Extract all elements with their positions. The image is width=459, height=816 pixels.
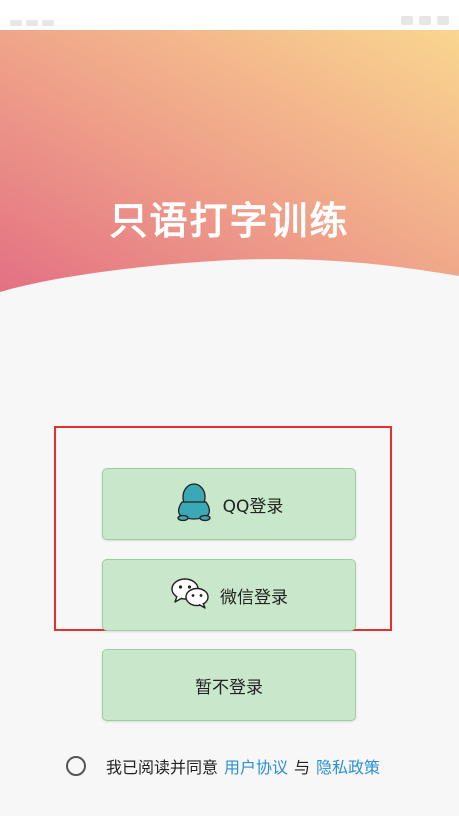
wechat-login-button[interactable]: 微信登录 [102,559,356,631]
status-right-icons [395,10,449,29]
login-screen: 只语打字训练 QQ登录 微信登录 暂不登录 我已阅读并同意 用户协议 与 隐私政… [0,0,459,816]
radio-unchecked-icon[interactable] [66,756,86,776]
qq-login-label: QQ登录 [222,496,284,517]
user-agreement-link[interactable]: 用户协议 [224,754,288,778]
wechat-login-label: 微信登录 [220,587,288,608]
privacy-policy-link[interactable]: 隐私政策 [316,754,380,778]
qq-penguin-icon [175,482,213,527]
app-title: 只语打字训练 [109,199,350,243]
hero-banner: 只语打字训练 [0,30,459,320]
status-bar [0,0,459,30]
skip-login-button[interactable]: 暂不登录 [102,649,356,721]
qq-login-button[interactable]: QQ登录 [102,468,356,540]
wechat-bubbles-icon [170,577,210,614]
status-left-icons [10,11,70,26]
agreement-prefix: 我已阅读并同意 [106,758,219,777]
hero-gradient-shape [0,30,459,292]
skip-login-label: 暂不登录 [195,677,263,698]
agreement-row: 我已阅读并同意 用户协议 与 隐私政策 [66,752,380,780]
agreement-conjunction: 与 [294,758,311,777]
